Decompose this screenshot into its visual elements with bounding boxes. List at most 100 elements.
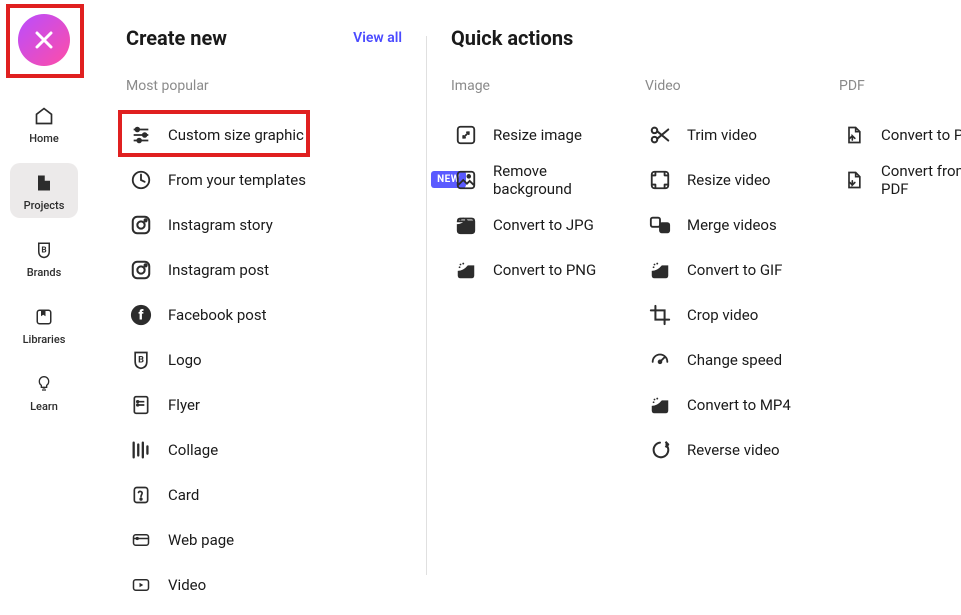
qa-column-header: PDF [839,78,961,94]
quick-action-item[interactable]: Merge videos [645,202,795,247]
create-item[interactable]: From your templatesNEW [126,157,402,202]
nav-label: Learn [30,400,58,413]
item-icon [455,169,477,191]
item-icon [649,394,671,416]
item-icon [649,439,671,461]
item-label: Trim video [687,126,757,144]
item-label: Card [168,486,199,504]
quick-action-item[interactable]: Trim video [645,112,795,157]
most-popular-subheader: Most popular [126,78,402,94]
item-icon [649,124,671,146]
create-item[interactable]: Flyer [126,382,402,427]
item-icon [455,124,477,146]
item-label: Video [168,576,206,594]
quick-actions-subcolumn: Video Trim video Resize video Merge videos C… [645,78,795,472]
create-item[interactable]: Web page [126,517,402,562]
qa-column-header: Video [645,78,795,94]
quick-action-item[interactable]: Change speed [645,337,795,382]
item-label: Collage [168,441,218,459]
qa-list: Resize image Remove background Convert to … [451,112,601,292]
item-icon [455,259,477,281]
qa-list: Convert to PDF Convert from PDF [839,112,961,202]
projects-icon [32,171,56,195]
nav-libraries[interactable]: Libraries [10,297,78,352]
create-item[interactable]: BLogo [126,337,402,382]
item-label: Change speed [687,351,782,369]
item-label: Crop video [687,306,758,324]
quick-actions-subcolumn: Image Resize image Remove background Conver… [451,78,601,472]
nav-label: Brands [27,266,62,279]
sidebar: Home Projects B Brands Libraries Learn [0,0,88,615]
quick-action-item[interactable]: Crop video [645,292,795,337]
item-label: Convert to MP4 [687,396,791,414]
item-label: Custom size graphic [168,126,304,144]
item-icon: f [130,304,152,326]
item-label: Web page [168,531,234,549]
quick-actions-column: Quick actions Image Resize image Remove ba… [427,26,961,615]
item-icon [130,259,152,281]
create-new-column: Create new View all Most popular Custom … [126,26,426,615]
nav-learn[interactable]: Learn [10,364,78,419]
close-button[interactable] [18,14,70,66]
quick-actions-columns: Image Resize image Remove background Conver… [451,78,961,472]
item-label: Facebook post [168,306,267,324]
item-label: From your templates [168,171,306,189]
item-icon [649,349,671,371]
close-icon [35,31,53,49]
item-icon [843,124,865,146]
item-label: Logo [168,351,202,369]
qa-column-header: Image [451,78,601,94]
brands-icon: B [32,238,56,262]
quick-action-item[interactable]: Resize image [451,112,601,157]
item-label: Remove background [493,162,597,198]
create-item[interactable]: Video [126,562,402,607]
create-item[interactable]: Custom size graphic [126,112,402,157]
item-icon [649,304,671,326]
create-item[interactable]: Instagram post [126,247,402,292]
item-icon [649,259,671,281]
item-icon [130,124,152,146]
item-icon [130,439,152,461]
quick-actions-heading: Quick actions [451,26,573,50]
quick-action-item[interactable]: Resize video [645,157,795,202]
nav-label: Home [29,132,59,145]
create-item[interactable]: Instagram story [126,202,402,247]
item-label: Convert to JPG [493,216,594,234]
quick-action-item[interactable]: Remove background [451,157,601,202]
item-label: Convert from PDF [881,162,961,198]
item-icon [649,214,671,236]
nav-label: Libraries [23,333,66,346]
create-item[interactable]: Collage [126,427,402,472]
quick-action-item[interactable]: Convert to PDF [839,112,961,157]
view-all-link[interactable]: View all [353,30,402,46]
home-icon [32,104,56,128]
item-label: Flyer [168,396,200,414]
svg-text:f: f [139,307,144,323]
quick-action-item[interactable]: Convert to PNG [451,247,601,292]
create-item[interactable]: f Facebook post [126,292,402,337]
quick-actions-subcolumn: PDF Convert to PDF Convert from PDF [839,78,961,472]
item-label: Reverse video [687,441,780,459]
create-new-heading: Create new [126,26,227,50]
item-icon [130,214,152,236]
item-icon [130,529,152,551]
quick-action-item[interactable]: Convert to MP4 [645,382,795,427]
nav-projects[interactable]: Projects [10,163,78,218]
quick-action-item[interactable]: Convert to JPG [451,202,601,247]
qa-list: Trim video Resize video Merge videos Conver… [645,112,795,472]
create-item[interactable]: Card [126,472,402,517]
svg-text:B: B [41,245,46,255]
learn-icon [32,372,56,396]
nav-home[interactable]: Home [10,96,78,151]
nav-brands[interactable]: B Brands [10,230,78,285]
item-icon [455,214,477,236]
item-icon [130,394,152,416]
item-label: Instagram post [168,261,269,279]
quick-action-item[interactable]: Reverse video [645,427,795,472]
item-icon [649,169,671,191]
item-label: Resize image [493,126,582,144]
item-label: Merge videos [687,216,777,234]
quick-action-item[interactable]: Convert from PDF [839,157,961,202]
content-panel: Create new View all Most popular Custom … [88,0,961,615]
quick-action-item[interactable]: Convert to GIF [645,247,795,292]
